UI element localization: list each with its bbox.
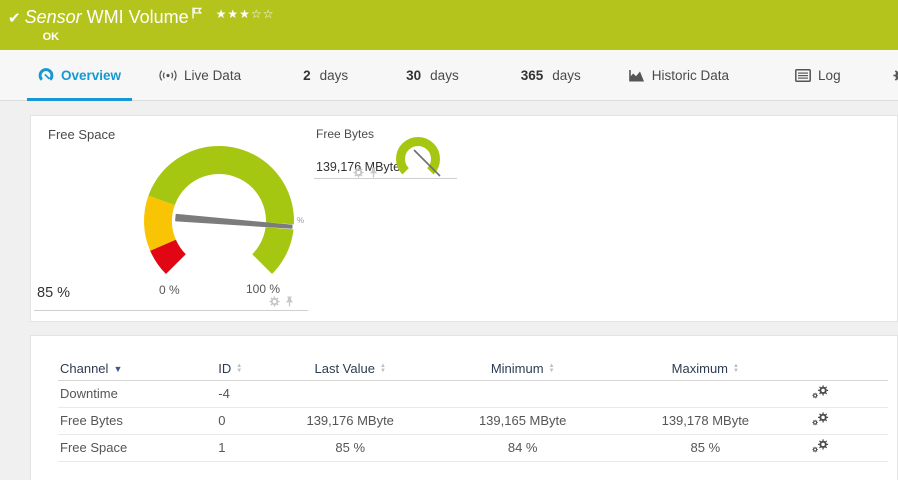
gauge-min-label: 0 % bbox=[159, 283, 180, 297]
sensor-tab-bar: Overview Live Data 2 days 30 days 365 da… bbox=[0, 50, 898, 101]
pin-icon[interactable] bbox=[368, 167, 379, 178]
cell-minimum: 139,165 MByte bbox=[426, 407, 620, 435]
cell-id: -4 bbox=[216, 380, 275, 408]
gear-icon bbox=[893, 68, 898, 83]
cell-id: 1 bbox=[216, 434, 275, 462]
cell-last-value: 139,176 MByte bbox=[274, 407, 427, 435]
tab-number: 2 bbox=[303, 67, 311, 83]
cell-last-value bbox=[274, 380, 427, 408]
tab-label: Live Data bbox=[184, 67, 242, 83]
cell-channel: Free Bytes bbox=[58, 407, 217, 435]
cell-id: 0 bbox=[216, 407, 275, 435]
gear-icon[interactable] bbox=[269, 296, 280, 307]
table-row-free-bytes: Free Bytes 0 139,176 MByte 139,165 MByte… bbox=[58, 407, 888, 435]
cell-minimum bbox=[426, 380, 620, 408]
prtg-sensor-page: ✔ Sensor WMI Volume ★★★☆☆ OK Overview Li… bbox=[0, 0, 898, 480]
tab-label: Log bbox=[818, 67, 841, 83]
cell-last-value: 85 % bbox=[274, 434, 427, 462]
channel-settings-cogs-icon[interactable] bbox=[812, 439, 829, 454]
gauge-unit-label: % bbox=[297, 216, 305, 225]
log-list-icon bbox=[795, 68, 811, 83]
cell-minimum: 84 % bbox=[426, 434, 620, 462]
column-label: Last Value bbox=[314, 361, 375, 377]
column-header-settings bbox=[791, 358, 888, 381]
tab-log[interactable]: Log bbox=[784, 50, 852, 100]
sort-both-icon: ▲ ▼ bbox=[379, 362, 386, 374]
priority-stars[interactable]: ★★★☆☆ bbox=[216, 7, 275, 21]
channels-table: Channel ▼ ID ▲ ▼ Last Value ▲ ▼ Minimum … bbox=[58, 358, 888, 462]
table-header-row: Channel ▼ ID ▲ ▼ Last Value ▲ ▼ Minimum … bbox=[58, 358, 888, 381]
tab-label: days bbox=[430, 67, 459, 83]
sensor-name: WMI Volume bbox=[86, 7, 189, 27]
cell-maximum: 139,178 MByte bbox=[619, 407, 792, 435]
sensor-title-block: Sensor WMI Volume ★★★☆☆ OK bbox=[25, 7, 275, 43]
broadcast-icon bbox=[159, 68, 177, 83]
free-space-gauge bbox=[144, 145, 298, 275]
tab-label: days bbox=[319, 67, 349, 83]
column-header-minimum[interactable]: Minimum ▲ ▼ bbox=[426, 358, 620, 381]
status-ok-check-icon: ✔ bbox=[8, 10, 21, 27]
tab-label: days bbox=[552, 67, 581, 83]
column-label: Channel bbox=[60, 361, 109, 377]
table-row-free-space: Free Space 1 85 % 84 % 85 % bbox=[58, 434, 888, 462]
tab-overview[interactable]: Overview bbox=[27, 50, 133, 101]
sort-desc-icon: ▼ bbox=[113, 363, 123, 374]
gauge-title: Free Space bbox=[48, 127, 116, 142]
cell-channel: Downtime bbox=[58, 380, 217, 408]
tab-label: Overview bbox=[61, 67, 122, 83]
panel-divider bbox=[34, 310, 308, 311]
tab-2-days[interactable]: 2 days bbox=[292, 50, 359, 100]
priority-flag-icon[interactable] bbox=[192, 7, 202, 19]
tab-historic-data[interactable]: Historic Data bbox=[618, 50, 740, 100]
overview-gauges-card: Free Space % 85 % 0 % 100 % Free Bytes 1… bbox=[30, 115, 898, 322]
cell-maximum: 85 % bbox=[619, 434, 792, 462]
column-header-channel[interactable]: Channel ▼ bbox=[58, 358, 217, 381]
gauge-current-value: 85 % bbox=[37, 285, 71, 301]
table-row-downtime: Downtime -4 bbox=[58, 380, 888, 408]
tab-365-days[interactable]: 365 days bbox=[510, 50, 592, 100]
sensor-type-label: Sensor bbox=[24, 7, 82, 27]
gear-icon[interactable] bbox=[353, 167, 364, 178]
column-label: Minimum bbox=[490, 361, 544, 377]
tab-30-days[interactable]: 30 days bbox=[395, 50, 470, 100]
column-header-last-value[interactable]: Last Value ▲ ▼ bbox=[274, 358, 427, 381]
sort-both-icon: ▲ ▼ bbox=[733, 362, 739, 374]
tab-number: 365 bbox=[520, 67, 544, 83]
channel-settings-cogs-icon[interactable] bbox=[812, 385, 829, 400]
column-header-maximum[interactable]: Maximum ▲ ▼ bbox=[619, 358, 792, 381]
pin-icon[interactable] bbox=[284, 296, 295, 307]
cell-channel: Free Space bbox=[58, 434, 217, 462]
sensor-status-badge: OK bbox=[42, 31, 60, 43]
sort-both-icon: ▲ ▼ bbox=[548, 362, 555, 374]
tab-settings[interactable]: Settings bbox=[882, 50, 898, 100]
column-header-id[interactable]: ID ▲ ▼ bbox=[216, 358, 275, 381]
area-chart-icon bbox=[629, 68, 645, 83]
free-bytes-gauge bbox=[396, 137, 441, 177]
channel-settings-cogs-icon[interactable] bbox=[812, 412, 829, 427]
gauge-icon bbox=[38, 68, 54, 83]
tab-live-data[interactable]: Live Data bbox=[148, 50, 252, 100]
column-label: Maximum bbox=[671, 361, 729, 377]
sort-both-icon: ▲ ▼ bbox=[236, 362, 243, 374]
gauge-title: Free Bytes bbox=[316, 127, 375, 141]
cell-maximum bbox=[619, 380, 792, 408]
channels-table-card: Channel ▼ ID ▲ ▼ Last Value ▲ ▼ Minimum … bbox=[30, 335, 898, 480]
sensor-header: ✔ Sensor WMI Volume ★★★☆☆ OK bbox=[0, 0, 898, 50]
gauge-max-label: 100 % bbox=[246, 282, 281, 296]
tab-label: Historic Data bbox=[651, 67, 730, 83]
column-label: ID bbox=[218, 361, 232, 377]
tab-number: 30 bbox=[406, 67, 422, 83]
